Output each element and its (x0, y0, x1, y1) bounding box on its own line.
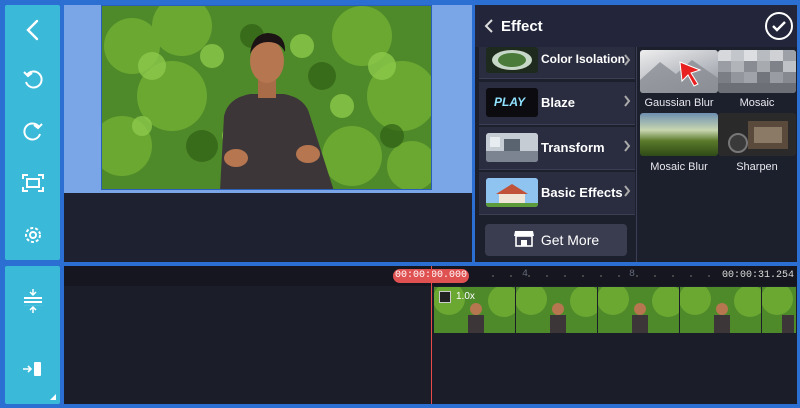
category-basic-effects[interactable]: Basic Effects (479, 172, 635, 215)
category-label: Blaze (541, 95, 575, 110)
chevron-left-icon[interactable] (484, 18, 494, 39)
room-thumbnail (486, 133, 538, 162)
import-icon[interactable] (5, 354, 60, 384)
back-icon[interactable] (5, 15, 60, 45)
timeline[interactable]: 4 8 00:00:00.000 00:00:31.254 1.0x (64, 266, 797, 404)
chevron-right-icon (623, 184, 631, 203)
get-more-button[interactable]: Get More (485, 224, 627, 256)
total-duration: 00:00:31.254 (721, 270, 794, 281)
resize-handle[interactable] (50, 394, 56, 400)
panel-title: Effect (501, 18, 543, 35)
play-thumbnail: PLAY (486, 88, 538, 117)
circle-thumbnail (486, 47, 538, 73)
left-toolbar (5, 5, 60, 260)
effect-mosaic-blur[interactable] (640, 113, 718, 156)
category-label: Transform (541, 140, 605, 155)
timeline-toolbar (5, 266, 60, 404)
settings-icon[interactable] (5, 220, 60, 250)
fullscreen-icon[interactable] (5, 168, 60, 198)
video-preview[interactable] (101, 5, 432, 190)
category-transform[interactable]: Transform (479, 127, 635, 170)
clip-speed: 1.0x (456, 291, 475, 302)
clip-menu-icon[interactable] (439, 291, 451, 303)
effect-gaussian-blur[interactable] (640, 50, 718, 93)
chevron-right-icon (623, 139, 631, 158)
effect-header: Effect (475, 5, 797, 47)
effect-label: Mosaic Blur (650, 161, 708, 173)
category-color-isolation[interactable]: Color Isolation (479, 47, 635, 79)
confirm-check-icon[interactable] (764, 11, 794, 46)
video-clip[interactable]: 1.0x (434, 287, 797, 333)
category-blaze[interactable]: PLAY Blaze (479, 82, 635, 125)
effect-sharpen[interactable] (718, 113, 796, 156)
split-icon[interactable] (5, 286, 60, 316)
category-label: Color Isolation (541, 52, 625, 66)
effect-label: Sharpen (736, 161, 778, 173)
playhead[interactable] (431, 266, 432, 404)
house-thumbnail (486, 178, 538, 207)
get-more-label: Get More (540, 232, 600, 248)
chevron-right-icon (623, 94, 631, 113)
effect-panel: Effect Color Isolation PLAY Blaze Transf… (475, 5, 797, 262)
effect-label: Gaussian Blur (644, 97, 714, 109)
cursor-arrow-icon (678, 60, 704, 93)
store-icon (513, 229, 535, 252)
preview-bottom-bar (64, 193, 472, 262)
effect-mosaic[interactable] (718, 50, 796, 93)
undo-icon[interactable] (5, 65, 60, 95)
category-label: Basic Effects (541, 185, 623, 200)
effect-label: Mosaic (739, 97, 775, 109)
chevron-right-icon (623, 53, 631, 72)
redo-icon[interactable] (5, 117, 60, 147)
